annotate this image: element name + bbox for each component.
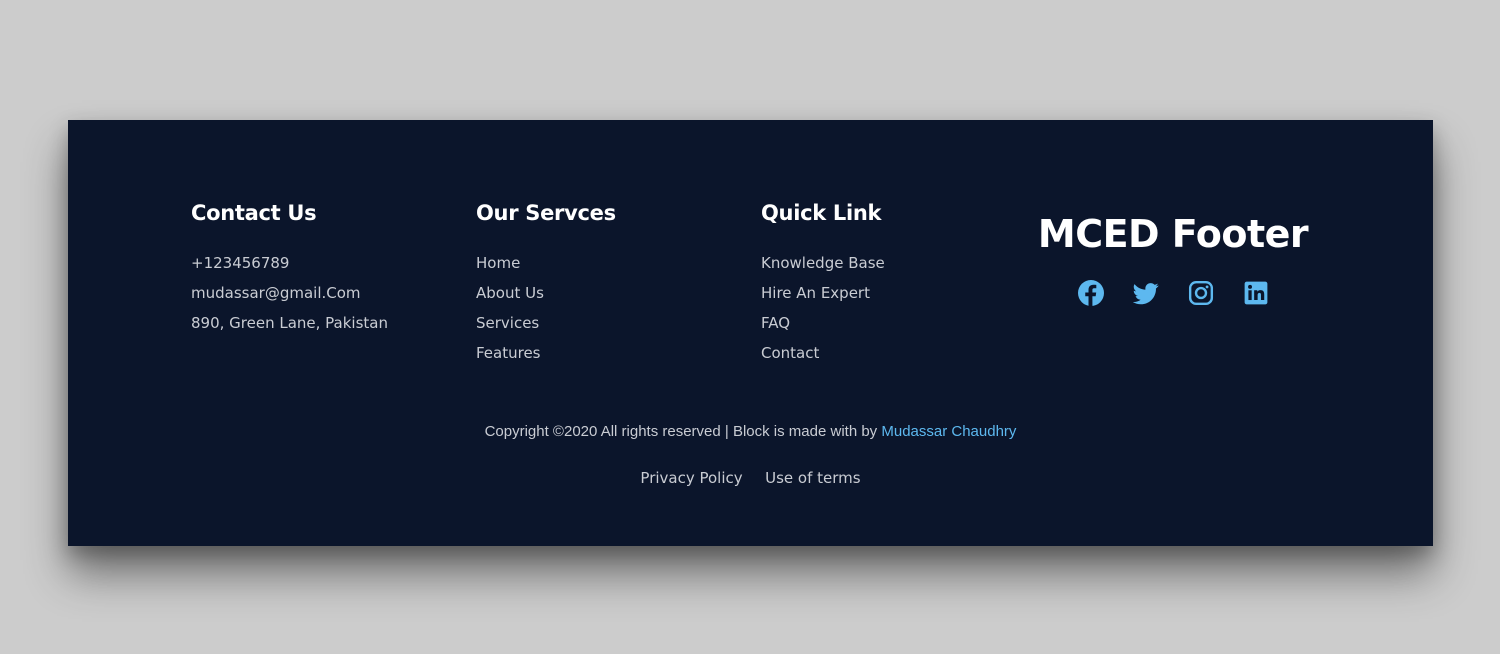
quick-links-item: Knowledge Base: [761, 248, 885, 278]
brand-block: MCED Footer: [998, 210, 1348, 306]
quick-links-item: Hire An Expert: [761, 278, 885, 308]
contact-heading: Contact Us: [191, 201, 317, 225]
instagram-icon[interactable]: [1188, 280, 1214, 306]
services-link-services[interactable]: Services: [476, 314, 539, 332]
bottom-links: Privacy Policy Use of terms: [68, 466, 1433, 490]
services-heading: Our Servces: [476, 201, 616, 225]
copyright-text: Copyright ©2020 All rights reserved | Bl…: [484, 423, 882, 440]
author-link[interactable]: Mudassar Chaudhry: [881, 423, 1016, 440]
facebook-icon[interactable]: [1077, 280, 1104, 306]
services-link-features[interactable]: Features: [476, 344, 541, 362]
services-item: Features: [476, 338, 616, 368]
services-item: Home: [476, 248, 616, 278]
services-item: Services: [476, 308, 616, 338]
site-footer: Contact Us +123456789 mudassar@gmail.Com…: [68, 120, 1433, 546]
copyright-line: Copyright ©2020 All rights reserved | Bl…: [68, 420, 1433, 444]
contact-address: 890, Green Lane, Pakistan: [191, 314, 388, 332]
contact-email: mudassar@gmail.Com: [191, 284, 361, 302]
quick-links-item: FAQ: [761, 308, 885, 338]
social-links: [998, 280, 1348, 306]
linkedin-icon[interactable]: [1243, 280, 1269, 306]
quick-links-list: Knowledge Base Hire An Expert FAQ Contac…: [761, 248, 885, 368]
quick-links-item: Contact: [761, 338, 885, 368]
services-link-about[interactable]: About Us: [476, 284, 544, 302]
quick-links-column: Quick Link Knowledge Base Hire An Expert…: [761, 198, 885, 368]
contact-phone: +123456789: [191, 254, 290, 272]
quick-link-faq[interactable]: FAQ: [761, 314, 790, 332]
services-list: Home About Us Services Features: [476, 248, 616, 368]
services-link-home[interactable]: Home: [476, 254, 520, 272]
quick-link-knowledge-base[interactable]: Knowledge Base: [761, 254, 885, 272]
services-item: About Us: [476, 278, 616, 308]
quick-link-contact[interactable]: Contact: [761, 344, 819, 362]
contact-column: Contact Us +123456789 mudassar@gmail.Com…: [191, 198, 388, 338]
privacy-policy-link[interactable]: Privacy Policy: [640, 469, 742, 487]
quick-links-heading: Quick Link: [761, 201, 882, 225]
terms-of-use-link[interactable]: Use of terms: [765, 469, 860, 487]
brand-title: MCED Footer: [1037, 212, 1309, 256]
contact-list: +123456789 mudassar@gmail.Com 890, Green…: [191, 248, 388, 338]
quick-link-hire-expert[interactable]: Hire An Expert: [761, 284, 870, 302]
twitter-icon[interactable]: [1132, 280, 1159, 306]
services-column: Our Servces Home About Us Services Featu…: [476, 198, 616, 368]
